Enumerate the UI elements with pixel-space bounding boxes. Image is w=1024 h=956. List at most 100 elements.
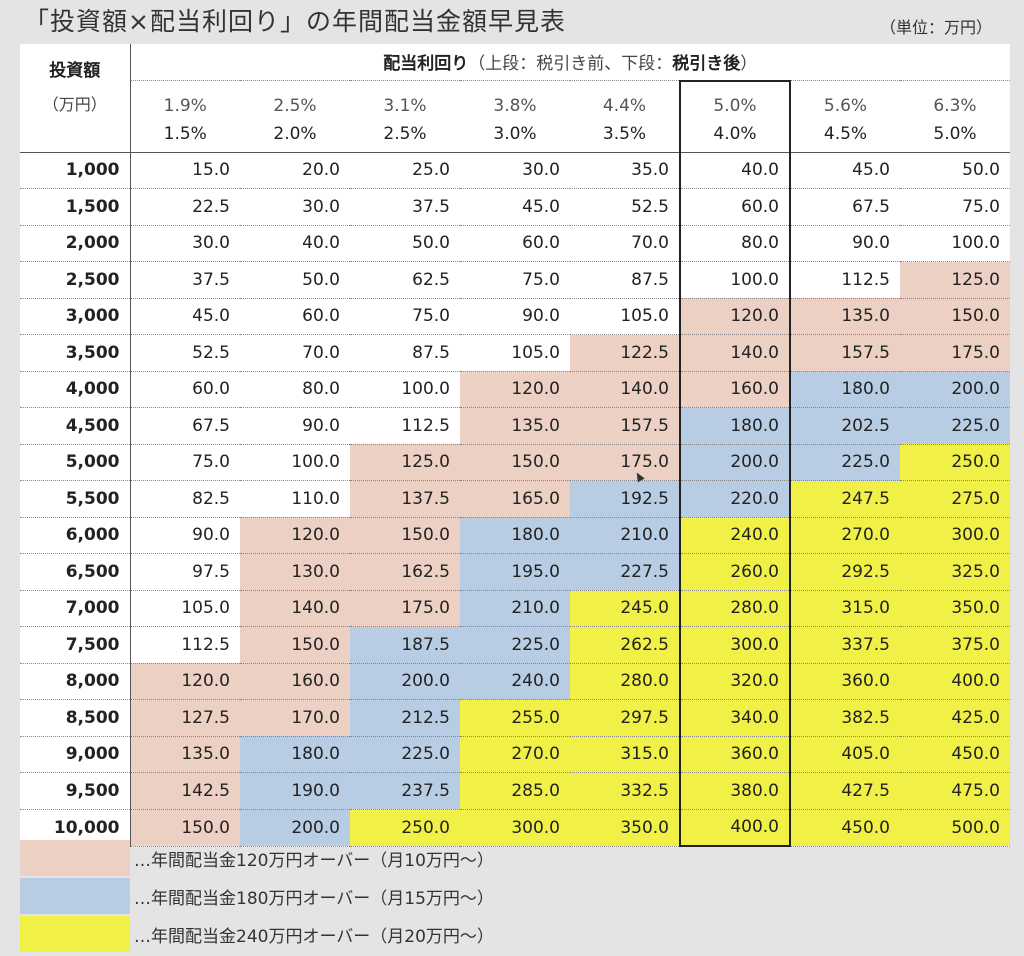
dividend-cell: 300.0 xyxy=(460,809,570,847)
legend-text-2: …年間配当金180万円オーバー（月15万円～） xyxy=(134,889,494,909)
investment-amount: 6,500 xyxy=(20,553,131,591)
dividend-cell: 180.0 xyxy=(240,736,350,773)
ratio-header: 配当利回り（上段：税引き前、下段：税引き後） xyxy=(129,44,1010,81)
dividend-cell: 175.0 xyxy=(570,444,680,481)
dividend-cell: 140.0 xyxy=(570,371,680,408)
dividend-cell: 90.0 xyxy=(460,298,570,335)
dividend-cell: 315.0 xyxy=(570,736,680,773)
dividend-cell: 400.0 xyxy=(679,809,791,847)
table-row: 1,000 15.0 20.0 25.0 30.0 35.0 40.0 45.0 50.0 xyxy=(20,152,1010,189)
yield-post-3: 2.5% xyxy=(350,115,460,153)
dividend-cell: 130.0 xyxy=(240,553,350,591)
dividend-cell: 150.0 xyxy=(350,517,460,554)
dividend-cell: 160.0 xyxy=(679,371,791,408)
dividend-cell: 212.5 xyxy=(350,699,460,737)
table-row: 5,000 75.0 100.0 125.0 150.0 175.0 200.0 225.0 2… xyxy=(20,444,1010,481)
dividend-cell: 250.0 xyxy=(350,809,460,847)
investment-amount: 2,000 xyxy=(20,225,131,262)
dividend-cell: 80.0 xyxy=(240,371,350,408)
dividend-cell: 427.5 xyxy=(790,772,900,810)
dividend-cell: 135.0 xyxy=(460,407,570,445)
yield-post-5: 3.5% xyxy=(570,115,680,153)
dividend-cell: 297.5 xyxy=(570,699,680,737)
dividend-cell: 45.0 xyxy=(130,298,240,335)
dividend-cell: 37.5 xyxy=(350,188,460,226)
dividend-cell: 225.0 xyxy=(790,444,900,481)
dividend-cell: 275.0 xyxy=(900,480,1010,518)
legend-swatch-1 xyxy=(20,840,130,876)
table-row: 5,500 82.5 110.0 137.5 165.0 192.5 220.0 247.5 2… xyxy=(20,480,1010,518)
yield-pre-row: 1.9% 2.5% 3.1% 3.8% 4.4% 5.0% 5.6% 6.3% xyxy=(20,79,1010,116)
dividend-cell: 325.0 xyxy=(900,553,1010,591)
investment-amount: 7,000 xyxy=(20,590,131,627)
dividend-cell: 110.0 xyxy=(240,480,350,518)
dividend-cell: 225.0 xyxy=(460,626,570,664)
dividend-cell: 180.0 xyxy=(790,371,900,408)
dividend-cell: 332.5 xyxy=(570,772,680,810)
dividend-cell: 250.0 xyxy=(900,444,1010,481)
dividend-cell: 100.0 xyxy=(240,444,350,481)
dividend-cell: 425.0 xyxy=(900,699,1010,737)
yield-pre-6: 5.0% xyxy=(679,79,791,116)
dividend-cell: 300.0 xyxy=(900,517,1010,554)
dividend-cell: 120.0 xyxy=(679,298,791,335)
dividend-cell: 45.0 xyxy=(460,188,570,226)
dividend-cell: 75.0 xyxy=(900,188,1010,226)
dividend-cell: 60.0 xyxy=(240,298,350,335)
dividend-cell: 360.0 xyxy=(679,736,791,773)
dividend-cell: 20.0 xyxy=(240,152,350,189)
investment-label: 投資額 xyxy=(49,61,101,81)
dividend-cell: 87.5 xyxy=(570,261,680,299)
table-row: 3,000 45.0 60.0 75.0 90.0 105.0 120.0 135.0 150.… xyxy=(20,298,1010,335)
dividend-cell: 350.0 xyxy=(900,590,1010,627)
yield-pre-2: 2.5% xyxy=(273,95,317,116)
table-row: 2,500 37.5 50.0 62.5 75.0 87.5 100.0 112.5 125.0 xyxy=(20,261,1010,299)
dividend-cell: 67.5 xyxy=(130,407,240,445)
investment-amount: 4,500 xyxy=(20,407,131,445)
dividend-cell: 37.5 xyxy=(130,261,240,299)
dividend-cell: 200.0 xyxy=(240,809,350,847)
dividend-cell: 375.0 xyxy=(900,626,1010,664)
dividend-cell: 30.0 xyxy=(130,225,240,262)
page-title: 「投資額×配当利回り」の年間配当金額早見表 xyxy=(24,7,566,36)
dividend-cell: 90.0 xyxy=(240,407,350,445)
dividend-cell: 97.5 xyxy=(130,553,240,591)
dividend-cell: 340.0 xyxy=(679,699,791,737)
table-body: 1,000 15.0 20.0 25.0 30.0 35.0 40.0 45.0 50.0 1,5… xyxy=(20,152,1010,847)
dividend-cell: 170.0 xyxy=(240,699,350,737)
investment-amount: 7,500 xyxy=(20,626,131,664)
dividend-cell: 175.0 xyxy=(350,590,460,627)
dividend-cell: 52.5 xyxy=(570,188,680,226)
dividend-cell: 200.0 xyxy=(350,663,460,700)
dividend-cell: 105.0 xyxy=(570,298,680,335)
investment-amount: 1,000 xyxy=(20,152,131,189)
dividend-cell: 40.0 xyxy=(679,152,791,189)
dividend-cell: 225.0 xyxy=(900,407,1010,445)
table-row: 4,500 67.5 90.0 112.5 135.0 157.5 180.0 202.5 22… xyxy=(20,407,1010,445)
dividend-cell: 140.0 xyxy=(240,590,350,627)
dividend-cell: 15.0 xyxy=(130,152,240,189)
dividend-cell: 60.0 xyxy=(679,188,791,226)
dividend-cell: 337.5 xyxy=(790,626,900,664)
table-row: 6,500 97.5 130.0 162.5 195.0 227.5 260.0 292.5 3… xyxy=(20,553,1010,591)
dividend-cell: 140.0 xyxy=(679,334,791,372)
investment-amount: 8,500 xyxy=(20,699,131,737)
dividend-cell: 180.0 xyxy=(460,517,570,554)
investment-amount: 2,500 xyxy=(20,261,131,299)
investment-unit: （万円） xyxy=(42,95,107,114)
yield-post-row: 1.5% 2.0% 2.5% 3.0% 3.5% 4.0% 4.5% 5.0% xyxy=(20,115,1010,153)
yield-post-2: 2.0% xyxy=(240,115,350,153)
dividend-cell: 87.5 xyxy=(350,334,460,372)
yield-post-7: 4.5% xyxy=(790,115,900,153)
table-row: 7,500 112.5 150.0 187.5 225.0 262.5 300.0 337.5… xyxy=(20,626,1010,664)
dividend-cell: 120.0 xyxy=(460,371,570,408)
dividend-cell: 192.5 xyxy=(570,480,680,518)
table-row: 7,000 105.0 140.0 175.0 210.0 245.0 280.0 315.0… xyxy=(20,590,1010,627)
table-row: 8,000 120.0 160.0 200.0 240.0 280.0 320.0 360.0… xyxy=(20,663,1010,700)
dividend-cell: 255.0 xyxy=(460,699,570,737)
table-row: 1,500 22.5 30.0 37.5 45.0 52.5 60.0 67.5 75.0 xyxy=(20,188,1010,226)
dividend-cell: 220.0 xyxy=(679,480,791,518)
dividend-cell: 270.0 xyxy=(790,517,900,554)
dividend-cell: 105.0 xyxy=(130,590,240,627)
investment-amount: 3,500 xyxy=(20,334,131,372)
